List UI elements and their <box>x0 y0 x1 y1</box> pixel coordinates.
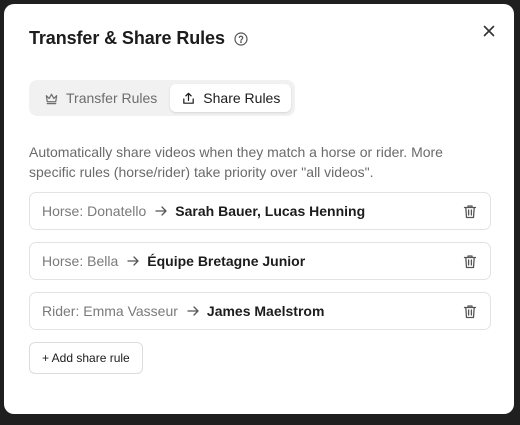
trash-icon[interactable] <box>462 203 478 219</box>
crown-icon <box>44 91 59 106</box>
trash-icon[interactable] <box>462 253 478 269</box>
tab-transfer-rules[interactable]: Transfer Rules <box>33 84 168 112</box>
arrow-right-icon <box>155 206 167 216</box>
share-rules-list: Horse: Donatello Sarah Bauer, Lucas Henn… <box>29 192 491 330</box>
close-icon[interactable] <box>480 22 498 40</box>
rule-source: Rider: Emma Vasseur <box>42 303 178 319</box>
rule-source: Horse: Bella <box>42 253 119 269</box>
rule-source: Horse: Donatello <box>42 203 147 219</box>
arrow-right-icon <box>187 306 199 316</box>
rule-target: James Maelstrom <box>206 303 325 319</box>
trash-icon[interactable] <box>462 303 478 319</box>
help-circle-icon[interactable] <box>234 31 248 46</box>
share-rules-description: Automatically share videos when they mat… <box>29 144 443 180</box>
dialog-header: Transfer & Share Rules <box>29 28 248 49</box>
tab-label: Share Rules <box>203 90 281 106</box>
tab-label: Transfer Rules <box>66 90 158 106</box>
dialog-title: Transfer & Share Rules <box>29 28 225 48</box>
share-rule-row: Horse: Bella Équipe Bretagne Junior <box>29 242 491 280</box>
share-rule-row: Rider: Emma Vasseur James Maelstrom <box>29 292 491 330</box>
add-share-rule-button[interactable]: + Add share rule <box>29 342 143 374</box>
share-rules-dialog: Transfer & Share Rules Transfer Rules Sh… <box>4 4 514 414</box>
rule-target: Sarah Bauer, Lucas Henning <box>175 203 366 219</box>
rules-tabs: Transfer Rules Share Rules <box>29 80 296 116</box>
arrow-right-icon <box>127 256 139 266</box>
share-icon <box>181 91 196 106</box>
rule-target: Équipe Bretagne Junior <box>147 253 306 269</box>
share-rule-row: Horse: Donatello Sarah Bauer, Lucas Henn… <box>29 192 491 230</box>
tab-share-rules[interactable]: Share Rules <box>170 84 292 112</box>
